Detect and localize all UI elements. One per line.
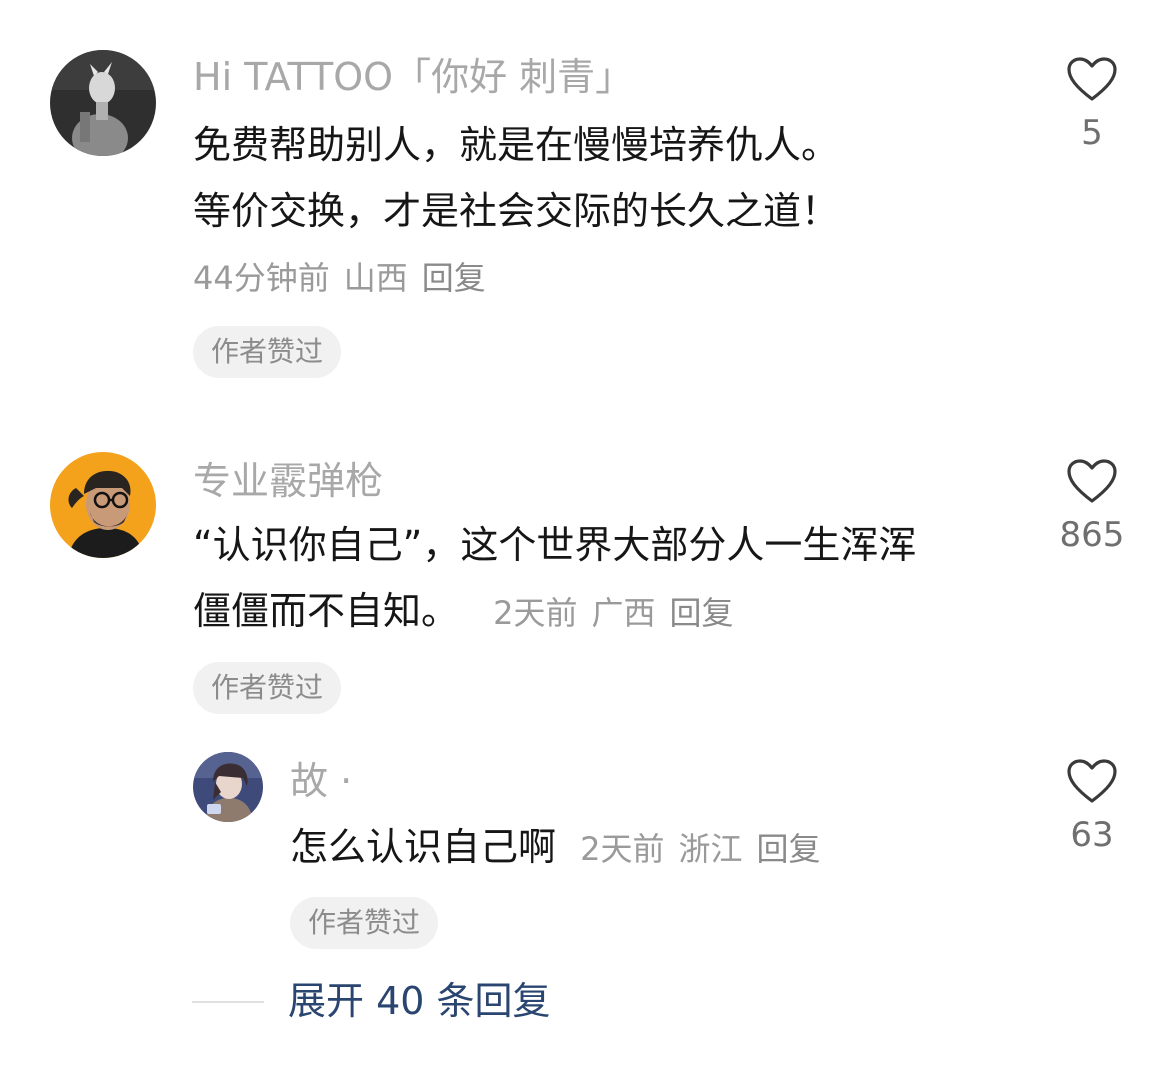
reply-button[interactable]: 回复 (757, 830, 821, 868)
reply-text-line: 怎么认识自己啊 2天前 浙江 回复 (290, 828, 835, 866)
divider (192, 1001, 264, 1003)
comment-time: 2天前 (493, 594, 578, 632)
like-control: 5 (1037, 56, 1147, 150)
like-count: 865 (1059, 515, 1125, 555)
comment-meta: 2天前 广西 回复 (493, 594, 747, 632)
heart-icon[interactable] (1066, 56, 1118, 102)
author-liked-badge: 作者赞过 (290, 897, 439, 949)
comment-location: 山西 (343, 259, 408, 297)
user-avatar[interactable] (193, 752, 263, 822)
heart-icon[interactable] (1066, 758, 1118, 804)
comment-location: 浙江 (678, 830, 743, 868)
heart-icon[interactable] (1066, 458, 1118, 504)
user-avatar[interactable] (50, 50, 156, 156)
like-control: 63 (1037, 758, 1147, 852)
comment-meta: 44分钟前 山西 回复 (193, 262, 500, 294)
username[interactable]: Hi TATTOO「你好 刺青」 (193, 58, 633, 96)
comment-text-line: 免费帮助别人，就是在慢慢培养仇人。 (193, 123, 840, 167)
expand-replies-button[interactable]: 展开 40 条回复 (288, 982, 551, 1020)
author-liked-badge: 作者赞过 (193, 662, 342, 714)
like-count: 5 (1081, 113, 1103, 153)
like-control: 865 (1037, 458, 1147, 552)
reply-button[interactable]: 回复 (670, 594, 734, 632)
comment-text-line: 等价交换，才是社会交际的长久之道！ (193, 189, 840, 233)
comment-text-line: “认识你自己”，这个世界大部分人一生浑浑 (193, 523, 917, 567)
comment-time: 44分钟前 (193, 259, 330, 297)
anime-character-avatar-icon (193, 752, 263, 822)
bearded-man-avatar-icon (50, 452, 156, 558)
author-liked-badge: 作者赞过 (193, 326, 342, 378)
dog-mask-avatar-icon (50, 50, 156, 156)
comment-text-tail: 僵僵而不自知。 (193, 589, 460, 633)
expand-replies[interactable]: 展开 40 条回复 (192, 978, 692, 1026)
reply-button[interactable]: 回复 (422, 259, 486, 297)
username[interactable]: 专业霰弹枪 (193, 462, 383, 500)
comment-location: 广西 (591, 594, 656, 632)
comment-meta: 2天前 浙江 回复 (580, 830, 834, 868)
username[interactable]: 故 · (290, 762, 352, 800)
user-avatar[interactable] (50, 452, 156, 558)
reply-text: 怎么认识自己啊 (290, 825, 557, 869)
comment-text-line: 僵僵而不自知。 2天前 广西 回复 (193, 592, 748, 630)
comment-time: 2天前 (580, 830, 665, 868)
like-count: 63 (1070, 815, 1114, 855)
